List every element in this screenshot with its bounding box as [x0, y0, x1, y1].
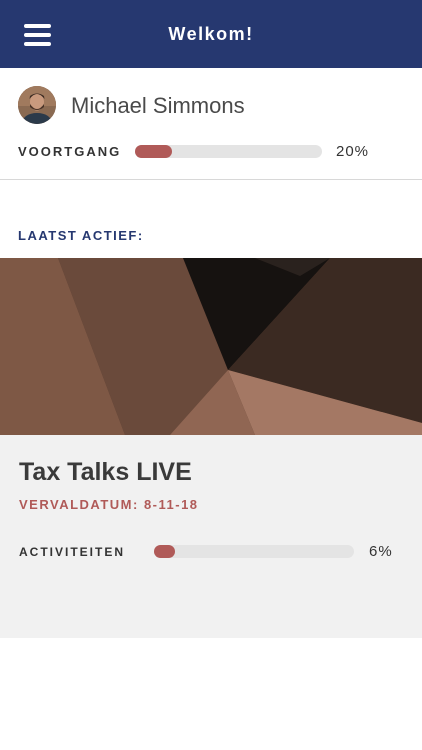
overall-progress-fill	[135, 145, 173, 158]
activities-progress-bar	[154, 545, 354, 558]
recent-section-label: LAATST ACTIEF:	[18, 228, 144, 243]
progress-value: 20%	[336, 143, 370, 160]
recent-course-card[interactable]: Tax Talks LIVE VERVALDATUM: 8-11-18 ACTI…	[0, 258, 422, 638]
page-title: Welkom!	[168, 24, 254, 44]
course-title: Tax Talks LIVE	[19, 458, 192, 486]
activities-progress-fill	[154, 545, 175, 558]
course-cover-image	[0, 258, 422, 435]
avatar[interactable]	[18, 86, 56, 124]
overall-progress-bar	[135, 145, 322, 158]
activities-label: ACTIVITEITEN	[19, 545, 126, 559]
progress-label: VOORTGANG	[18, 144, 122, 159]
top-bar: Welkom!	[0, 0, 422, 68]
avatar-photo	[18, 86, 56, 124]
user-name: Michael Simmons	[71, 93, 245, 118]
divider	[0, 179, 422, 180]
activities-value: 6%	[369, 543, 393, 560]
due-date: VERVALDATUM: 8-11-18	[19, 497, 199, 512]
